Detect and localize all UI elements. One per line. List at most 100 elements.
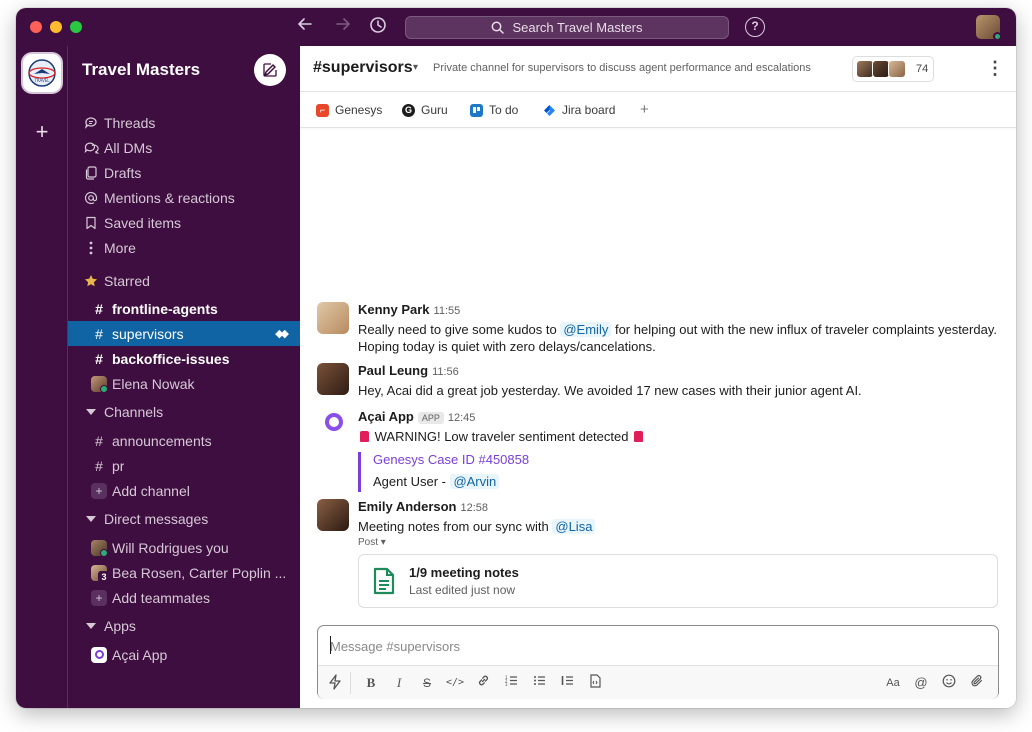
code-icon[interactable]: </> [446,674,464,692]
formatting-icon[interactable]: Aa [883,674,903,692]
section-direct-messages[interactable]: Direct messages [68,506,300,531]
avatar[interactable] [317,363,349,395]
caret-down-icon [80,515,102,522]
section-apps[interactable]: Apps [68,613,300,638]
add-workspace-icon[interactable]: + [30,120,54,144]
channel-title[interactable]: #supervisors [313,59,413,77]
zoom-window-button[interactable] [70,21,82,33]
bookmark-to-do[interactable]: To do [470,102,518,118]
hash-icon: # [95,300,103,317]
shortcuts-lightning-icon[interactable] [326,674,344,692]
siren-icon [360,431,369,442]
link-icon[interactable] [474,674,492,692]
message-author[interactable]: Emily Anderson [358,499,456,514]
message-timestamp[interactable]: 12:45 [448,412,476,424]
avatar[interactable] [317,302,349,334]
sidebar-item-more[interactable]: More [68,235,300,260]
case-link[interactable]: Genesys Case ID #450858 [373,452,529,467]
drafts-icon [80,165,102,180]
sidebar-item-drafts[interactable]: Drafts [68,160,300,185]
message-text: Really need to give some kudos to @Emily… [358,322,997,354]
user-avatar[interactable] [976,15,1002,41]
channel-view: #supervisors ▾ Private channel for super… [300,46,1016,708]
app-window: Search Travel Masters ? TRAVEL + Travel … [16,8,1016,708]
quote-list-icon[interactable] [558,674,576,692]
shared-channel-icon: ◆◆ [275,328,289,340]
code-block-icon[interactable] [586,674,604,692]
strikethrough-icon[interactable]: S [418,674,436,692]
sidebar-item-frontline-agents[interactable]: # frontline-agents [68,296,300,321]
sidebar-item-backoffice-issues[interactable]: # backoffice-issues [68,346,300,371]
sidebar-item-supervisors[interactable]: # supervisors ◆◆ [68,321,300,346]
user-mention[interactable]: @Arvin [450,474,500,489]
sidebar-item-threads[interactable]: Threads [68,110,300,135]
bookmark-guru[interactable]: G Guru [402,102,448,118]
message-composer: B I S </> 123 Aa @ [317,625,999,699]
add-channel-button[interactable]: + Add channel [68,478,300,503]
add-teammates-button[interactable]: + Add teammates [68,585,300,610]
message-timestamp[interactable]: 11:55 [434,305,461,317]
attachment-paperclip-icon[interactable] [968,674,986,692]
chevron-down-icon[interactable]: ▾ [413,62,418,73]
emoji-icon[interactable] [940,674,958,692]
italic-icon[interactable]: I [390,674,408,692]
forward-arrow-icon[interactable] [332,16,354,38]
bulleted-list-icon[interactable] [530,674,548,692]
message-timestamp[interactable]: 11:56 [432,366,459,378]
member-count: 74 [916,63,929,75]
document-icon [373,567,395,595]
user-mention[interactable]: @Emily [560,322,612,337]
post-dropdown[interactable]: Post ▾ [358,537,386,548]
message-author[interactable]: Kenny Park [358,302,430,317]
workspace-logo[interactable]: TRAVEL [23,54,61,92]
compose-icon[interactable] [254,54,286,86]
guru-icon: G [402,103,415,117]
back-arrow-icon[interactable] [294,16,316,38]
sidebar-item-elena-nowak[interactable]: Elena Nowak [68,371,300,396]
channel-description: Private channel for supervisors to discu… [433,62,811,74]
bookmark-genesys[interactable]: ⌐ Genesys [316,102,382,118]
member-count-badge: 3 [98,570,110,583]
avatar[interactable] [317,499,349,531]
message-author[interactable]: Paul Leung [358,363,428,378]
online-status-icon [993,32,1002,41]
members-button[interactable]: 74 [852,56,934,82]
bookmarks-bar: ⌐ Genesys G Guru To do Jira board + [300,92,1016,128]
text-cursor [330,636,331,654]
sidebar-item-all-dms[interactable]: All DMs [68,135,300,160]
user-mention[interactable]: @Lisa [552,519,596,534]
sidebar-item-pr[interactable]: # pr [68,453,300,478]
section-channels[interactable]: Channels [68,399,300,424]
close-window-button[interactable] [30,21,42,33]
bold-icon[interactable]: B [362,674,380,692]
sidebar-item-will-rodrigues[interactable]: Will Rodrigues you [68,535,300,560]
at-icon [80,191,102,205]
jira-icon [543,104,556,117]
channel-header: #supervisors ▾ Private channel for super… [300,46,1016,92]
mention-at-icon[interactable]: @ [912,674,930,692]
acai-app-icon[interactable] [321,409,347,435]
message-text: Hey, Acai did a great job yesterday. We … [358,383,862,398]
help-icon[interactable]: ? [745,17,765,37]
history-clock-icon[interactable] [367,16,389,38]
sidebar-item-acai-app[interactable]: Açai App [68,642,300,667]
message-timestamp[interactable]: 12:58 [460,502,488,514]
message-input[interactable] [330,636,970,656]
section-starred[interactable]: Starred [68,268,300,293]
sidebar-item-announcements[interactable]: # announcements [68,428,300,453]
add-bookmark-icon[interactable]: + [640,101,649,118]
workspace-name[interactable]: Travel Masters [82,60,200,80]
kebab-menu-icon[interactable]: ⋮ [986,58,1004,80]
minimize-window-button[interactable] [50,21,62,33]
message-text: Meeting notes from our sync with @Lisa [358,518,1008,535]
post-attachment-card[interactable]: 1/9 meeting notes Last edited just now [358,554,998,608]
message-author[interactable]: Açai App [358,409,414,424]
search-bar[interactable]: Search Travel Masters [405,16,729,39]
avatar [91,539,108,557]
bookmark-jira-board[interactable]: Jira board [543,102,615,118]
sidebar-item-saved[interactable]: Saved items [68,210,300,235]
sidebar-item-mentions[interactable]: Mentions & reactions [68,185,300,210]
ordered-list-icon[interactable]: 123 [502,674,520,692]
sidebar-item-group-dm[interactable]: 3 Bea Rosen, Carter Poplin ... [68,560,300,585]
search-placeholder: Search Travel Masters [512,20,643,35]
